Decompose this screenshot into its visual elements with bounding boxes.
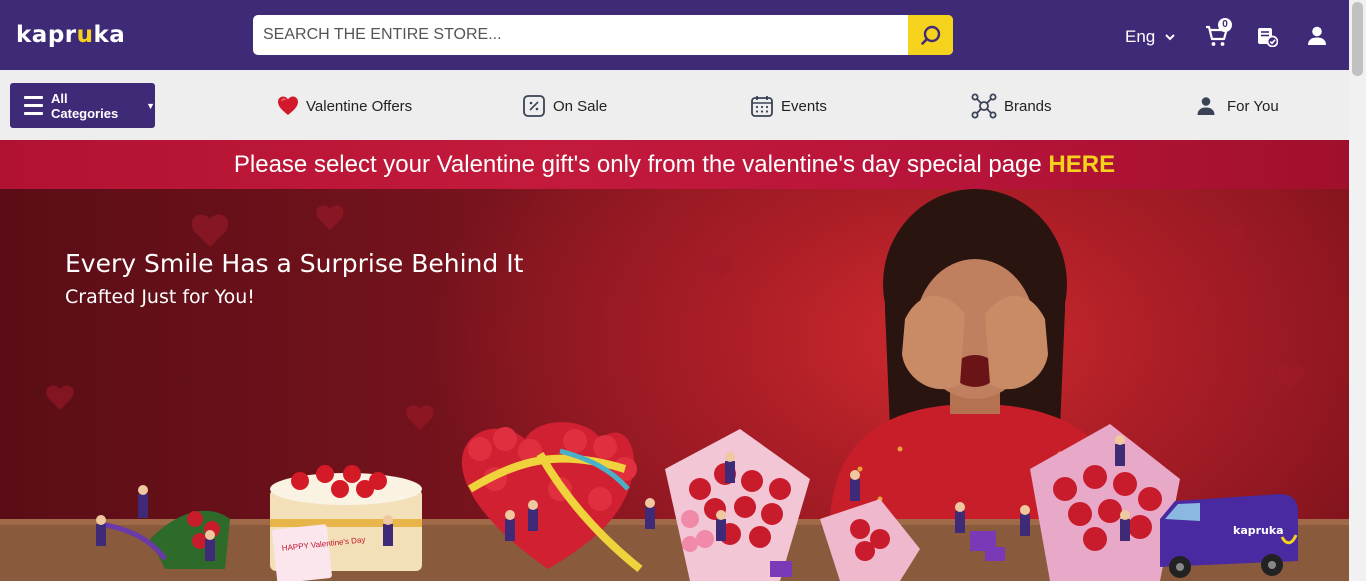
- search-bar: [253, 15, 953, 55]
- kapruka-logo[interactable]: kapruka: [16, 22, 125, 48]
- language-label: Eng: [1125, 27, 1156, 46]
- order-status-icon: [1258, 28, 1278, 47]
- nav-brands[interactable]: Brands: [971, 93, 1052, 119]
- announcement-text: Please select your Valentine gift's only…: [233, 151, 1049, 178]
- top-header: kapruka Eng 0: [0, 0, 1349, 70]
- search-button[interactable]: [908, 15, 953, 55]
- nav-label: Events: [781, 97, 827, 115]
- hero-illustration: HAPPY Valentine's Day kapruka: [0, 189, 1349, 581]
- caret-down-icon: ▼: [146, 100, 155, 111]
- scrollbar-thumb[interactable]: [1352, 2, 1363, 76]
- nav-valentine-offers[interactable]: Valentine Offers: [277, 93, 412, 119]
- vertical-scrollbar[interactable]: [1349, 0, 1366, 581]
- nav-label: Brands: [1004, 97, 1052, 115]
- all-categories-button[interactable]: All Categories ▼: [10, 83, 155, 128]
- page: kapruka Eng 0: [0, 0, 1366, 581]
- network-icon: [971, 93, 997, 119]
- nav-for-you[interactable]: For You: [1196, 93, 1279, 119]
- valentine-announcement-banner: Please select your Valentine gift's only…: [0, 140, 1349, 189]
- search-icon: [920, 25, 940, 45]
- orders-button[interactable]: [1255, 24, 1279, 48]
- chevron-down-icon: [1165, 33, 1175, 40]
- nav-label: For You: [1227, 97, 1279, 115]
- hero-subtitle: Crafted Just for You!: [65, 286, 255, 308]
- all-categories-label: All Categories: [51, 90, 119, 121]
- discount-tag-icon: [523, 95, 545, 117]
- nav-label: Valentine Offers: [306, 97, 413, 115]
- hamburger-icon: [24, 96, 43, 115]
- cart-button[interactable]: 0: [1205, 18, 1232, 48]
- nav-on-sale[interactable]: On Sale: [522, 93, 607, 119]
- cart-count-badge: 0: [1218, 18, 1232, 32]
- nav-events[interactable]: Events: [750, 93, 827, 119]
- van-logo-text: kapruka: [1233, 524, 1284, 537]
- calendar-icon: [751, 96, 773, 117]
- account-button[interactable]: [1305, 24, 1329, 48]
- heart-icon: [278, 96, 298, 115]
- language-selector[interactable]: Eng: [1125, 27, 1175, 47]
- hero-banner[interactable]: HAPPY Valentine's Day kapruka Every Smil…: [0, 189, 1349, 581]
- person-icon: [1197, 97, 1215, 115]
- cake: HAPPY Valentine's Day: [270, 465, 422, 581]
- user-icon: [1308, 26, 1326, 45]
- search-input[interactable]: [253, 15, 908, 55]
- nav-label: On Sale: [553, 97, 608, 115]
- announcement-here-link[interactable]: HERE: [1048, 151, 1115, 178]
- category-nav: All Categories ▼ Valentine Offers On Sal…: [0, 70, 1349, 140]
- hero-title: Every Smile Has a Surprise Behind It: [65, 249, 524, 278]
